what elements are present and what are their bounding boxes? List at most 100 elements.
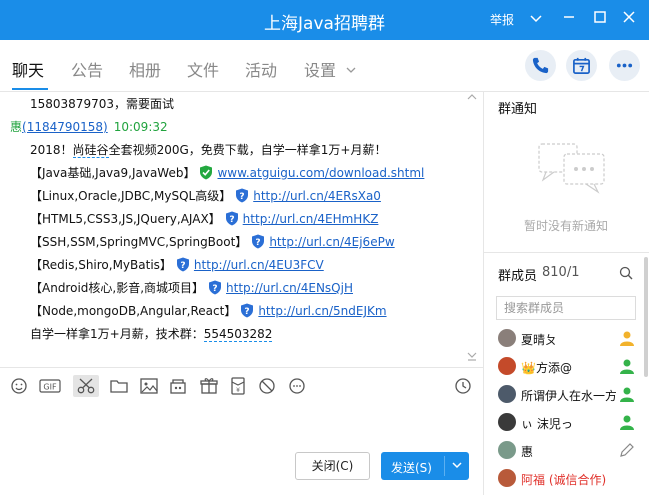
- member-item[interactable]: 👑方添@: [496, 356, 646, 378]
- scroll-down-icon[interactable]: [467, 352, 477, 365]
- sender-name[interactable]: 惠: [10, 120, 22, 134]
- more-button[interactable]: [609, 50, 640, 81]
- member-item[interactable]: 阿福 (诚信合作): [496, 468, 646, 490]
- course-line: 【Android核心,影音,商城项目】? http://url.cn/4ENsQj…: [30, 279, 353, 296]
- message-text: 15803879703，需要面试: [30, 97, 174, 111]
- gif-icon[interactable]: GIF: [38, 375, 62, 397]
- tab-bar: 聊天 公告 相册 文件 活动 设置: [0, 40, 649, 92]
- admin-badge-icon: [618, 413, 636, 434]
- owner-badge-icon: [618, 329, 636, 350]
- chat-message-area[interactable]: 15803879703，需要面试 惠(1184790158) 10:09:32 2…: [0, 92, 483, 367]
- calendar-icon: [573, 57, 590, 74]
- unknown-shield-icon: ?: [252, 234, 265, 249]
- sender-id[interactable]: (1184790158): [22, 120, 108, 134]
- message-input[interactable]: 关闭(C) 发送(S): [0, 403, 483, 495]
- tab-files[interactable]: 文件: [187, 57, 219, 81]
- minimize-button[interactable]: [558, 8, 580, 30]
- member-name: 👑方添@: [521, 361, 572, 375]
- tab-settings-label: 设置: [304, 61, 337, 80]
- course-title: 【Android核心,影音,商城项目】: [30, 281, 205, 295]
- window-title: 上海Java招聘群: [264, 14, 385, 34]
- avatar: [498, 413, 516, 431]
- more-tools-icon[interactable]: [286, 375, 308, 397]
- send-button[interactable]: 发送(S): [381, 452, 469, 480]
- message-time: 10:09:32: [113, 120, 168, 134]
- member-name: 惠: [521, 445, 534, 459]
- svg-text:?: ?: [240, 192, 245, 202]
- maximize-button[interactable]: [589, 8, 611, 30]
- folder-icon[interactable]: [108, 375, 130, 397]
- course-link[interactable]: http://url.cn/5ndEJKm: [258, 304, 386, 318]
- course-link[interactable]: http://url.cn/4ERsXa0: [253, 189, 381, 203]
- dropdown-icon[interactable]: [525, 8, 547, 30]
- member-item[interactable]: 所谓伊人在水一方: [496, 384, 646, 406]
- chevron-down-icon: [346, 67, 356, 73]
- member-search-input[interactable]: 搜索群成员: [496, 296, 636, 320]
- tab-chat[interactable]: 聊天: [12, 57, 44, 81]
- more-icon: [616, 63, 633, 68]
- course-line: 【Node,mongoDB,Angular,React】? http://url.…: [30, 302, 387, 319]
- avatar: [498, 385, 516, 403]
- gift-icon[interactable]: [198, 375, 220, 397]
- course-link[interactable]: www.atguigu.com/download.shtml: [217, 166, 424, 180]
- member-name: 阿福 (诚信合作): [521, 473, 607, 487]
- intro-suffix: 全套视频200G，免费下载，自学一样拿1万+月薪！: [108, 143, 387, 157]
- course-title: 【Node,mongoDB,Angular,React】: [30, 304, 237, 318]
- course-link[interactable]: http://url.cn/4Ej6ePw: [269, 235, 394, 249]
- call-button[interactable]: [525, 50, 556, 81]
- group-members-title: 群成员: [498, 269, 538, 284]
- block-icon[interactable]: [256, 375, 278, 397]
- scroll-up-icon[interactable]: [467, 92, 477, 103]
- close-window-button[interactable]: [618, 8, 640, 30]
- course-line: 【HTML5,CSS3,JS,JQuery,AJAX】? http://url.c…: [30, 210, 378, 227]
- edit-pencil-icon[interactable]: [618, 441, 636, 462]
- course-title: 【HTML5,CSS3,JS,JQuery,AJAX】: [30, 212, 221, 226]
- calendar-button[interactable]: [566, 50, 597, 81]
- history-clock-icon[interactable]: [452, 375, 474, 397]
- unknown-shield-icon: ?: [209, 280, 222, 295]
- message-footer: 自学一样拿1万+月薪，技术群：554503282: [30, 325, 273, 342]
- course-link[interactable]: http://url.cn/4ENsQjH: [226, 281, 353, 295]
- red-packet-icon[interactable]: ¥: [227, 375, 249, 397]
- intro-keyword[interactable]: 尚硅谷: [72, 143, 109, 158]
- admin-badge-icon: [618, 385, 636, 406]
- avatar: [498, 357, 516, 375]
- empty-notice-illustration: [534, 132, 609, 205]
- avatar: [498, 441, 516, 459]
- unknown-shield-icon: ?: [236, 188, 249, 203]
- svg-text:GIF: GIF: [43, 383, 57, 392]
- member-item[interactable]: ぃ 沫児っ: [496, 412, 646, 434]
- member-list-scrollbar[interactable]: [644, 257, 648, 487]
- member-item[interactable]: 惠: [496, 440, 646, 462]
- tab-settings[interactable]: 设置: [304, 57, 356, 81]
- avatar: [498, 469, 516, 487]
- svg-text:?: ?: [180, 261, 185, 271]
- title-bar: 上海Java招聘群 举报: [0, 0, 649, 40]
- report-link[interactable]: 举报: [490, 11, 514, 28]
- course-link[interactable]: http://url.cn/4EU3FCV: [194, 258, 324, 272]
- send-label: 发送(S): [391, 461, 432, 475]
- member-item[interactable]: 夏晴ㄆ: [496, 328, 646, 350]
- course-title: 【Java基础,Java9,JavaWeb】: [30, 166, 196, 180]
- member-name: 夏晴ㄆ: [521, 333, 558, 347]
- close-button[interactable]: 关闭(C): [295, 452, 370, 480]
- group-number[interactable]: 554503282: [203, 327, 273, 342]
- search-icon[interactable]: [619, 266, 633, 283]
- message-sender: 惠(1184790158) 10:09:32: [10, 118, 168, 135]
- phone-icon: [532, 57, 549, 74]
- tab-announcement[interactable]: 公告: [71, 57, 103, 81]
- course-title: 【Linux,Oracle,JDBC,MySQL高级】: [30, 189, 232, 203]
- message-text: 2018！尚硅谷全套视频200G，免费下载，自学一样拿1万+月薪！: [30, 141, 386, 158]
- emoji-icon[interactable]: [8, 375, 30, 397]
- tab-album[interactable]: 相册: [129, 57, 161, 81]
- screenshot-scissors-icon[interactable]: [73, 375, 99, 397]
- svg-text:¥: ¥: [236, 387, 240, 394]
- image-icon[interactable]: [138, 375, 160, 397]
- send-options-chevron-icon[interactable]: [451, 458, 463, 475]
- music-icon[interactable]: [167, 375, 189, 397]
- course-link[interactable]: http://url.cn/4EHmHKZ: [243, 212, 379, 226]
- member-name: 所谓伊人在水一方: [521, 389, 616, 403]
- group-members-count: 810/1: [542, 265, 580, 280]
- course-title: 【SSH,SSM,SpringMVC,SpringBoot】: [30, 235, 248, 249]
- tab-activity[interactable]: 活动: [245, 57, 277, 81]
